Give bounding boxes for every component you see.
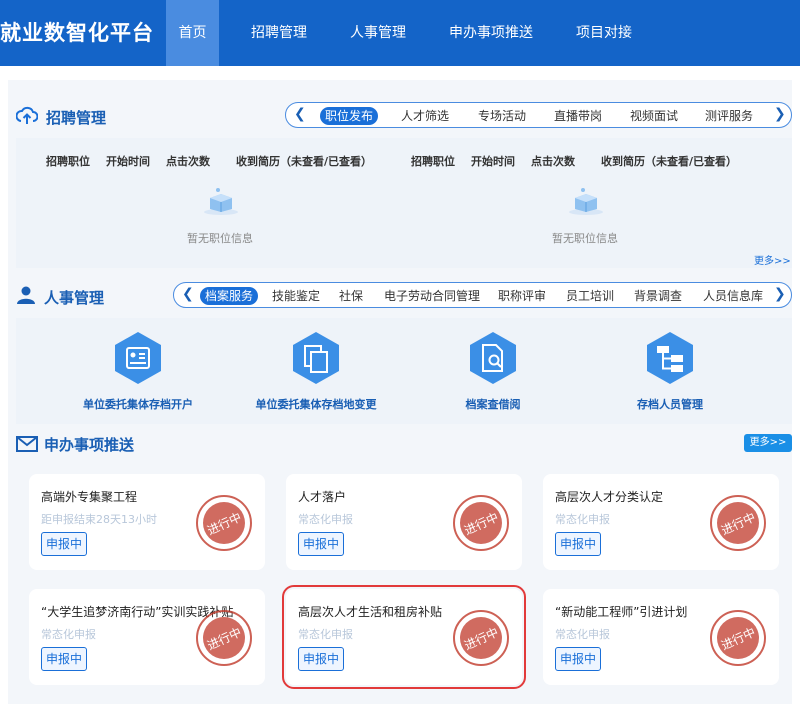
tab-social-security[interactable]: 社保 [336,287,366,305]
in-progress-stamp-icon: 进行中 [196,495,252,551]
top-nav-bar: 就业数智化平台 首页 招聘管理 人事管理 申办事项推送 项目对接 [0,0,800,66]
in-progress-stamp-icon: 进行中 [196,610,252,666]
nav-personnel[interactable]: 人事管理 [343,0,413,66]
recruit-more-link[interactable]: 更多>> [754,252,791,267]
col-header-resumes: 收到简历（未查看/已查看） [236,155,373,168]
col-header-clicks: 点击次数 [531,155,575,168]
document-copy-icon[interactable] [288,330,344,386]
chevron-left-icon[interactable]: ❮ [294,106,306,122]
col-header-position: 招聘职位 [46,155,90,168]
card-title: 高层次人才生活和租房补贴 [298,605,443,619]
card-title: 高层次人才分类认定 [555,490,664,504]
tab-labor-contract[interactable]: 电子劳动合同管理 [382,287,482,305]
service-archive-open-label[interactable]: 单位委托集体存档开户 [62,396,214,412]
tab-skill-appraisal[interactable]: 技能鉴定 [270,287,322,305]
card-sub: 常态化申报 [298,513,353,526]
chevron-right-icon[interactable]: ❯ [774,286,786,302]
recruit-tab-bar: ❮ 职位发布 人才筛选 专场活动 直播带岗 视频面试 测评服务 ❯ [285,102,792,128]
platform-title: 就业数智化平台 [0,21,154,45]
status-badge[interactable]: 申报中 [555,532,601,556]
col-header-start-time: 开始时间 [471,155,515,168]
tab-personnel-database[interactable]: 人员信息库 [701,287,765,305]
service-archive-lookup-label[interactable]: 档案查借阅 [433,396,553,412]
col-header-position: 招聘职位 [411,155,455,168]
in-progress-stamp-icon: 进行中 [710,610,766,666]
tab-live-recruiting[interactable]: 直播带岗 [552,107,604,125]
person-icon [17,286,35,304]
envelope-icon [16,436,38,452]
chevron-right-icon[interactable]: ❯ [774,106,786,122]
document-search-icon[interactable] [465,330,521,386]
status-badge[interactable]: 申报中 [41,647,87,671]
status-badge[interactable]: 申报中 [41,532,87,556]
recruit-section-title: 招聘管理 [46,109,107,127]
archive-account-icon[interactable] [110,330,166,386]
hr-section-title: 人事管理 [44,289,105,307]
status-badge[interactable]: 申报中 [298,647,344,671]
cloud-upload-icon [16,106,38,124]
org-chart-icon[interactable] [642,330,698,386]
tab-title-review[interactable]: 职称评审 [496,287,548,305]
project-card[interactable]: “大学生追梦济南行动”实训实践补贴 常态化申报 申报中 进行中 [29,589,265,685]
card-sub: 常态化申报 [298,628,353,641]
service-archive-change-label[interactable]: 单位委托集体存档地变更 [240,396,392,412]
project-card[interactable]: 人才落户 常态化申报 申报中 进行中 [286,474,522,570]
project-card[interactable]: 高端外专集聚工程 距申报结束28天13小时 申报中 进行中 [29,474,265,570]
card-title: 人才落户 [298,490,347,504]
service-archive-personnel-label[interactable]: 存档人员管理 [610,396,730,412]
nav-home[interactable]: 首页 [166,0,219,66]
card-title: 高端外专集聚工程 [41,490,138,504]
nav-recruitment[interactable]: 招聘管理 [244,0,314,66]
nav-project-docking[interactable]: 项目对接 [569,0,639,66]
tab-special-events[interactable]: 专场活动 [476,107,528,125]
status-badge[interactable]: 申报中 [298,532,344,556]
nav-application-push[interactable]: 申办事项推送 [442,0,540,66]
chevron-left-icon[interactable]: ❮ [182,286,194,302]
tab-assessment[interactable]: 测评服务 [703,107,755,125]
push-section-title: 申办事项推送 [44,436,135,454]
col-header-clicks: 点击次数 [166,155,210,168]
card-sub: 常态化申报 [555,513,610,526]
project-card-highlighted[interactable]: 高层次人才生活和租房补贴 常态化申报 申报中 进行中 [282,585,526,689]
empty-jobs-text: 暂无职位信息 [552,232,618,245]
push-more-button[interactable]: 更多>> [744,434,792,452]
card-title: “新动能工程师”引进计划 [555,605,688,619]
tab-video-interview[interactable]: 视频面试 [628,107,680,125]
tab-staff-training[interactable]: 员工培训 [564,287,616,305]
project-card[interactable]: 高层次人才分类认定 常态化申报 申报中 进行中 [543,474,779,570]
in-progress-stamp-icon: 进行中 [710,495,766,551]
project-card[interactable]: “新动能工程师”引进计划 常态化申报 申报中 进行中 [543,589,779,685]
col-header-start-time: 开始时间 [106,155,150,168]
tab-job-posting[interactable]: 职位发布 [320,107,378,125]
tab-background-check[interactable]: 背景调查 [632,287,684,305]
empty-box-icon [569,188,603,215]
empty-box-icon [204,188,238,215]
card-sub: 常态化申报 [555,628,610,641]
hr-tab-bar: ❮ 档案服务 技能鉴定 社保 电子劳动合同管理 职称评审 员工培训 背景调查 人… [173,282,792,308]
status-badge[interactable]: 申报中 [555,647,601,671]
col-header-resumes: 收到简历（未查看/已查看） [601,155,738,168]
card-deadline: 距申报结束28天13小时 [41,513,157,526]
in-progress-stamp-icon: 进行中 [453,610,509,666]
tab-talent-screening[interactable]: 人才筛选 [399,107,451,125]
card-sub: 常态化申报 [41,628,96,641]
empty-jobs-text: 暂无职位信息 [187,232,253,245]
in-progress-stamp-icon: 进行中 [453,495,509,551]
tab-archive-service[interactable]: 档案服务 [200,287,258,305]
